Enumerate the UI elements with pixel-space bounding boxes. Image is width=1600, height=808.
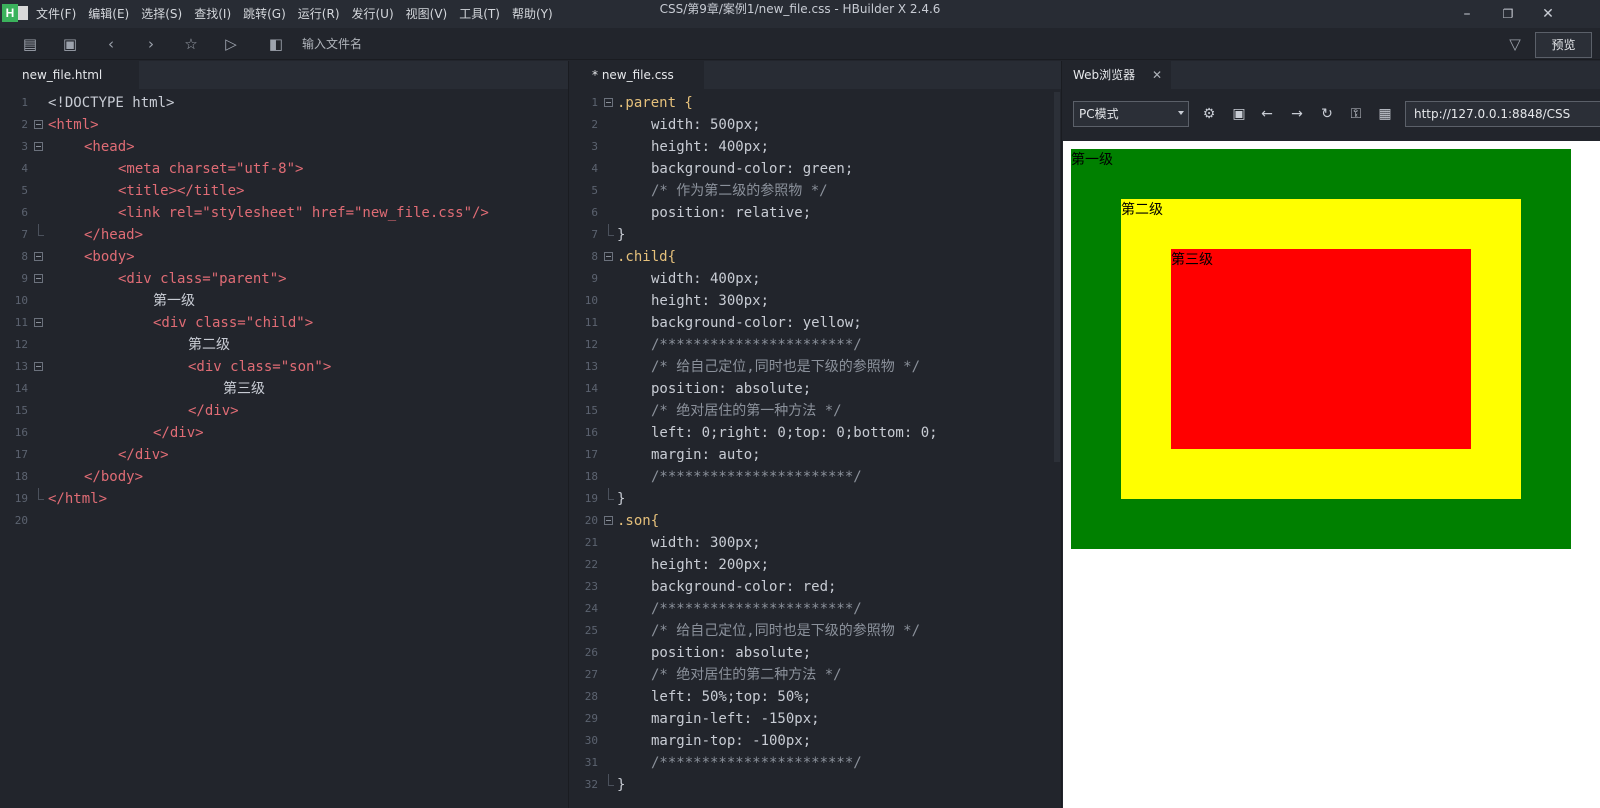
child-box: 第二级 第三级	[1121, 199, 1521, 499]
window-title: CSS/第9章/案例1/new_file.css - HBuilder X 2.…	[659, 2, 941, 16]
url-text: http://127.0.0.1:8848/CSS	[1414, 107, 1571, 121]
settings-icon[interactable]: ⚙	[1200, 105, 1218, 123]
child-label: 第二级	[1121, 202, 1163, 218]
fold-toggle[interactable]	[34, 142, 43, 151]
menu-help[interactable]: 帮助(Y)	[506, 0, 559, 28]
console-icon[interactable]: ▣	[1230, 105, 1248, 123]
web-browser-pane: Web浏览器 ✕ PC模式 ⚙ ▣ ← → ↻ ⚿ ▦ http://127.0…	[1063, 61, 1600, 808]
refresh-icon[interactable]: ↻	[1318, 105, 1336, 123]
run-icon[interactable]: ▷	[221, 34, 241, 54]
close-icon[interactable]: ✕	[1528, 0, 1568, 28]
file-search-input[interactable]	[302, 34, 522, 54]
html-editor-pane[interactable]: new_file.html 1 <!DOCTYPE html> 2 <html> 3…	[0, 61, 569, 808]
menu-bar: 文件(F) 编辑(E) 选择(S) 查找(I) 跳转(G) 运行(R) 发行(U…	[30, 0, 559, 28]
menu-goto[interactable]: 跳转(G)	[237, 0, 292, 28]
back-icon[interactable]: ‹	[101, 34, 121, 54]
fold-toggle[interactable]	[34, 318, 43, 327]
son-box: 第三级	[1171, 249, 1471, 449]
url-input[interactable]: http://127.0.0.1:8848/CSS	[1405, 101, 1600, 127]
save-icon[interactable]: ▣	[60, 34, 80, 54]
chevron-down-icon	[1178, 111, 1184, 115]
tab-new-file-css[interactable]: * new_file.css	[570, 61, 704, 89]
tab-new-file-html[interactable]: new_file.html	[0, 61, 139, 89]
fold-toggle[interactable]	[604, 516, 613, 525]
menu-select[interactable]: 选择(S)	[135, 0, 188, 28]
menu-run[interactable]: 运行(R)	[292, 0, 346, 28]
qrcode-icon[interactable]: ▦	[1376, 105, 1394, 123]
son-label: 第三级	[1171, 252, 1213, 268]
restore-icon[interactable]: ❐	[1488, 0, 1528, 28]
fold-toggle[interactable]	[34, 252, 43, 261]
title-bar: H 文件(F) 编辑(E) 选择(S) 查找(I) 跳转(G) 运行(R) 发行…	[0, 0, 1600, 28]
menu-edit[interactable]: 编辑(E)	[82, 0, 135, 28]
preview-button[interactable]: 预览	[1535, 32, 1592, 58]
back-icon[interactable]: ←	[1258, 105, 1276, 123]
browser-viewport: 第一级 第二级 第三级	[1063, 141, 1600, 808]
star-icon[interactable]: ☆	[181, 34, 201, 54]
browser-toolbar: PC模式 ⚙ ▣ ← → ↻ ⚿ ▦ http://127.0.0.1:8848…	[1063, 89, 1600, 141]
app-logo-tail	[18, 6, 28, 20]
find-file-icon[interactable]: ◧	[266, 34, 286, 54]
fold-toggle[interactable]	[34, 274, 43, 283]
css-scrollbar[interactable]	[1054, 92, 1060, 462]
menu-view[interactable]: 视图(V)	[400, 0, 454, 28]
menu-publish[interactable]: 发行(U)	[346, 0, 400, 28]
forward-icon[interactable]: →	[1288, 105, 1306, 123]
parent-box: 第一级 第二级 第三级	[1071, 149, 1571, 549]
fold-toggle[interactable]	[34, 120, 43, 129]
lock-icon[interactable]: ⚿	[1347, 105, 1365, 123]
fold-toggle[interactable]	[604, 98, 613, 107]
browser-tab-bar: Web浏览器 ✕	[1063, 61, 1600, 89]
css-editor-pane[interactable]: * new_file.css 1 .parent { 2 width: 500px;…	[570, 61, 1062, 808]
main-toolbar: ▤ ▣ ‹ › ☆ ▷ ◧ ▽ 预览	[0, 28, 1600, 60]
forward-icon[interactable]: ›	[141, 34, 161, 54]
app-logo-icon: H	[2, 4, 18, 22]
filter-icon[interactable]: ▽	[1505, 34, 1525, 54]
menu-file[interactable]: 文件(F)	[30, 0, 82, 28]
parent-label: 第一级	[1071, 152, 1113, 168]
device-mode-value: PC模式	[1079, 107, 1119, 121]
menu-tools[interactable]: 工具(T)	[453, 0, 506, 28]
minimize-icon[interactable]: –	[1447, 0, 1487, 28]
menu-find[interactable]: 查找(I)	[188, 0, 237, 28]
fold-toggle[interactable]	[604, 252, 613, 261]
html-tab-bar: new_file.html	[0, 61, 568, 89]
device-mode-select[interactable]: PC模式	[1073, 101, 1189, 127]
css-tab-bar: * new_file.css	[570, 61, 1061, 89]
browser-tab-close-icon[interactable]: ✕	[1147, 61, 1167, 89]
new-file-icon[interactable]: ▤	[20, 34, 40, 54]
browser-tab-label: Web浏览器	[1073, 68, 1136, 82]
fold-toggle[interactable]	[34, 362, 43, 371]
